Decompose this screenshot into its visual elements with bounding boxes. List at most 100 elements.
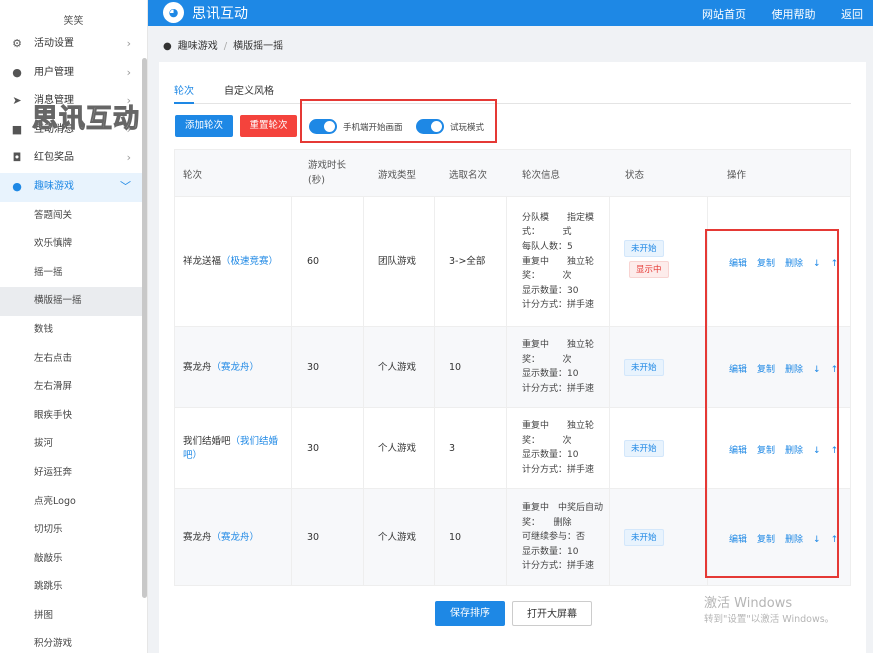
sidebar-scrollbar[interactable] bbox=[142, 58, 147, 598]
game-type-cell: 个人游戏 bbox=[378, 531, 417, 543]
round-name: 赛龙舟 bbox=[183, 361, 212, 373]
round-game-link[interactable]: （赛龙舟） bbox=[212, 532, 260, 543]
open-big-screen-button[interactable]: 打开大屏幕 bbox=[512, 601, 592, 626]
sidebar-subitem[interactable]: 答题闯关 bbox=[0, 202, 147, 231]
gamepad-icon: ● bbox=[12, 179, 22, 193]
breadcrumb-parent[interactable]: 趣味游戏 bbox=[178, 41, 218, 52]
th-round: 轮次 bbox=[183, 170, 203, 181]
round-info-line: 计分方式：拼手速 bbox=[522, 384, 595, 395]
chevron-right-icon: › bbox=[126, 37, 131, 50]
status-badge-not-started: 未开始 bbox=[624, 439, 664, 457]
sidebar-subitem[interactable]: 敲敲乐 bbox=[0, 545, 147, 574]
game-type-cell: 个人游戏 bbox=[378, 442, 417, 454]
user-icon: ● bbox=[12, 65, 22, 79]
sidebar-subitem[interactable]: 点亮Logo bbox=[0, 488, 147, 517]
rank-cell: 10 bbox=[449, 531, 462, 543]
duration-cell: 30 bbox=[307, 442, 320, 454]
send-icon: ➤ bbox=[12, 94, 22, 108]
round-game-link[interactable]: （极速竞赛） bbox=[221, 256, 278, 267]
round-info-line: 重复中 独立轮 bbox=[522, 256, 595, 267]
round-name-cell: 祥龙送福（极速竞赛） bbox=[183, 255, 288, 269]
annotation-box-actions bbox=[705, 229, 839, 578]
top-nav: 网站首页 使用帮助 返回 bbox=[680, 6, 863, 22]
windows-activation-hint: 转到"设置"以激活 Windows。 bbox=[704, 614, 835, 625]
duration-cell: 30 bbox=[307, 361, 320, 373]
nav-home-link[interactable]: 网站首页 bbox=[702, 8, 746, 21]
round-name: 我们结婚吧 bbox=[183, 435, 231, 447]
th-actions: 操作 bbox=[727, 170, 747, 181]
sidebar-subitem[interactable]: 拔河 bbox=[0, 430, 147, 459]
logo-icon: ◕ bbox=[163, 2, 184, 23]
round-info-line: 分队模 指定模 bbox=[522, 212, 595, 223]
sidebar-subitem[interactable]: 摇一摇 bbox=[0, 259, 147, 288]
sidebar-subitem[interactable]: 切切乐 bbox=[0, 516, 147, 545]
round-name-cell: 我们结婚吧（我们结婚吧） bbox=[183, 435, 288, 463]
main-card: 轮次 自定义风格 添加轮次 重置轮次 手机端开始画面 试玩模式 轮次 游戏时长 … bbox=[159, 62, 866, 653]
sidebar-subitem[interactable]: 积分游戏 bbox=[0, 630, 147, 653]
round-info-cell: 重复中 独立轮 奖： 次显示数量：10 计分方式：拼手速 bbox=[522, 338, 594, 396]
sidebar-subitem[interactable]: 欢乐慎牌 bbox=[0, 230, 147, 259]
save-sort-button[interactable]: 保存排序 bbox=[435, 601, 505, 626]
sidebar-subitem[interactable]: 跳跳乐 bbox=[0, 573, 147, 602]
annotation-box-toggles bbox=[300, 99, 497, 143]
brand-name: 思讯互动 bbox=[192, 6, 248, 22]
sidebar-subitem[interactable]: 数钱 bbox=[0, 316, 147, 345]
sidebar-subitem[interactable]: 左右滑屏 bbox=[0, 373, 147, 402]
sidebar-item[interactable]: ● 趣味游戏 ﹀ bbox=[0, 172, 147, 202]
sidebar-subitem[interactable]: 眼疾手快 bbox=[0, 402, 147, 431]
game-type-cell: 团队游戏 bbox=[378, 256, 417, 267]
rank-cell: 3 bbox=[449, 442, 456, 454]
table-header: 轮次 游戏时长 (秒) 游戏类型 选取名次 轮次信息 状态 操作 bbox=[174, 149, 851, 197]
sidebar-item-label: 活动设置 bbox=[34, 38, 74, 49]
duration-cell: 60 bbox=[307, 256, 320, 267]
top-bar: ◕ 思讯互动 网站首页 使用帮助 返回 bbox=[148, 0, 873, 26]
round-name-cell: 赛龙舟（赛龙舟） bbox=[183, 531, 288, 545]
tab-bar: 轮次 自定义风格 bbox=[174, 82, 851, 104]
status-badge-showing: 显示中 bbox=[629, 261, 669, 278]
add-round-button[interactable]: 添加轮次 bbox=[175, 115, 233, 137]
round-info-line: 显示数量：10 bbox=[522, 450, 579, 461]
round-name-cell: 赛龙舟（赛龙舟） bbox=[183, 361, 288, 375]
round-info-line: 可继续参与：否 bbox=[522, 532, 586, 543]
gamepad-icon: ● bbox=[163, 41, 172, 52]
breadcrumb-current: 横版摇一摇 bbox=[233, 41, 284, 52]
sidebar-subitem[interactable]: 好运狂奔 bbox=[0, 459, 147, 488]
reset-round-button[interactable]: 重置轮次 bbox=[240, 115, 297, 137]
round-info-line: 计分方式：拼手速 bbox=[522, 561, 595, 572]
rank-cell: 10 bbox=[449, 361, 462, 373]
chat-icon: ■ bbox=[11, 122, 23, 136]
round-info-line: 奖： 次 bbox=[522, 435, 572, 446]
th-duration: 游戏时长 (秒) bbox=[308, 160, 347, 186]
sidebar-subitem[interactable]: 拼图 bbox=[0, 602, 147, 631]
sidebar-item[interactable]: ⚙ 活动设置 › bbox=[0, 30, 147, 59]
round-info-line: 重复中 独立轮 bbox=[522, 340, 595, 351]
round-info-line: 计分方式：拼手速 bbox=[522, 300, 595, 311]
game-type-cell: 个人游戏 bbox=[378, 361, 417, 373]
breadcrumb: ● 趣味游戏 / 横版摇一摇 bbox=[163, 41, 284, 52]
th-status: 状态 bbox=[625, 170, 645, 181]
tab-custom-style[interactable]: 自定义风格 bbox=[224, 82, 274, 97]
round-name: 祥龙送福 bbox=[183, 256, 222, 267]
round-info-line: 计分方式：拼手速 bbox=[522, 465, 595, 476]
sidebar-subitem[interactable]: 横版摇一摇 bbox=[0, 287, 147, 316]
gift-icon: ◘ bbox=[12, 151, 22, 165]
status-badge-not-started: 未开始 bbox=[624, 358, 664, 376]
sidebar-item[interactable]: ◘ 红包奖品 › bbox=[0, 144, 147, 173]
tab-rounds[interactable]: 轮次 bbox=[174, 82, 194, 104]
round-info-line: 奖： 删除 bbox=[522, 517, 572, 528]
brand-watermark: 思讯互动 bbox=[31, 104, 141, 135]
user-name: 笑笑 bbox=[63, 16, 84, 27]
round-game-link[interactable]: （赛龙舟） bbox=[212, 362, 260, 373]
nav-help-link[interactable]: 使用帮助 bbox=[772, 8, 816, 21]
sidebar-item-label: 趣味游戏 bbox=[34, 180, 74, 192]
duration-cell: 30 bbox=[307, 531, 320, 543]
round-info-line: 奖： 次 bbox=[522, 354, 572, 365]
nav-back-link[interactable]: 返回 bbox=[841, 8, 863, 21]
sidebar-item[interactable]: ● 用户管理 › bbox=[0, 59, 147, 88]
sidebar-subitem[interactable]: 左右点击 bbox=[0, 345, 147, 374]
round-info-line: 每队人数：5 bbox=[522, 242, 573, 253]
round-info-line: 显示数量：10 bbox=[522, 546, 579, 557]
chevron-down-icon: ﹀ bbox=[120, 179, 131, 193]
round-info-line: 奖： 次 bbox=[522, 271, 572, 282]
round-info-line: 显示数量：10 bbox=[522, 369, 579, 380]
